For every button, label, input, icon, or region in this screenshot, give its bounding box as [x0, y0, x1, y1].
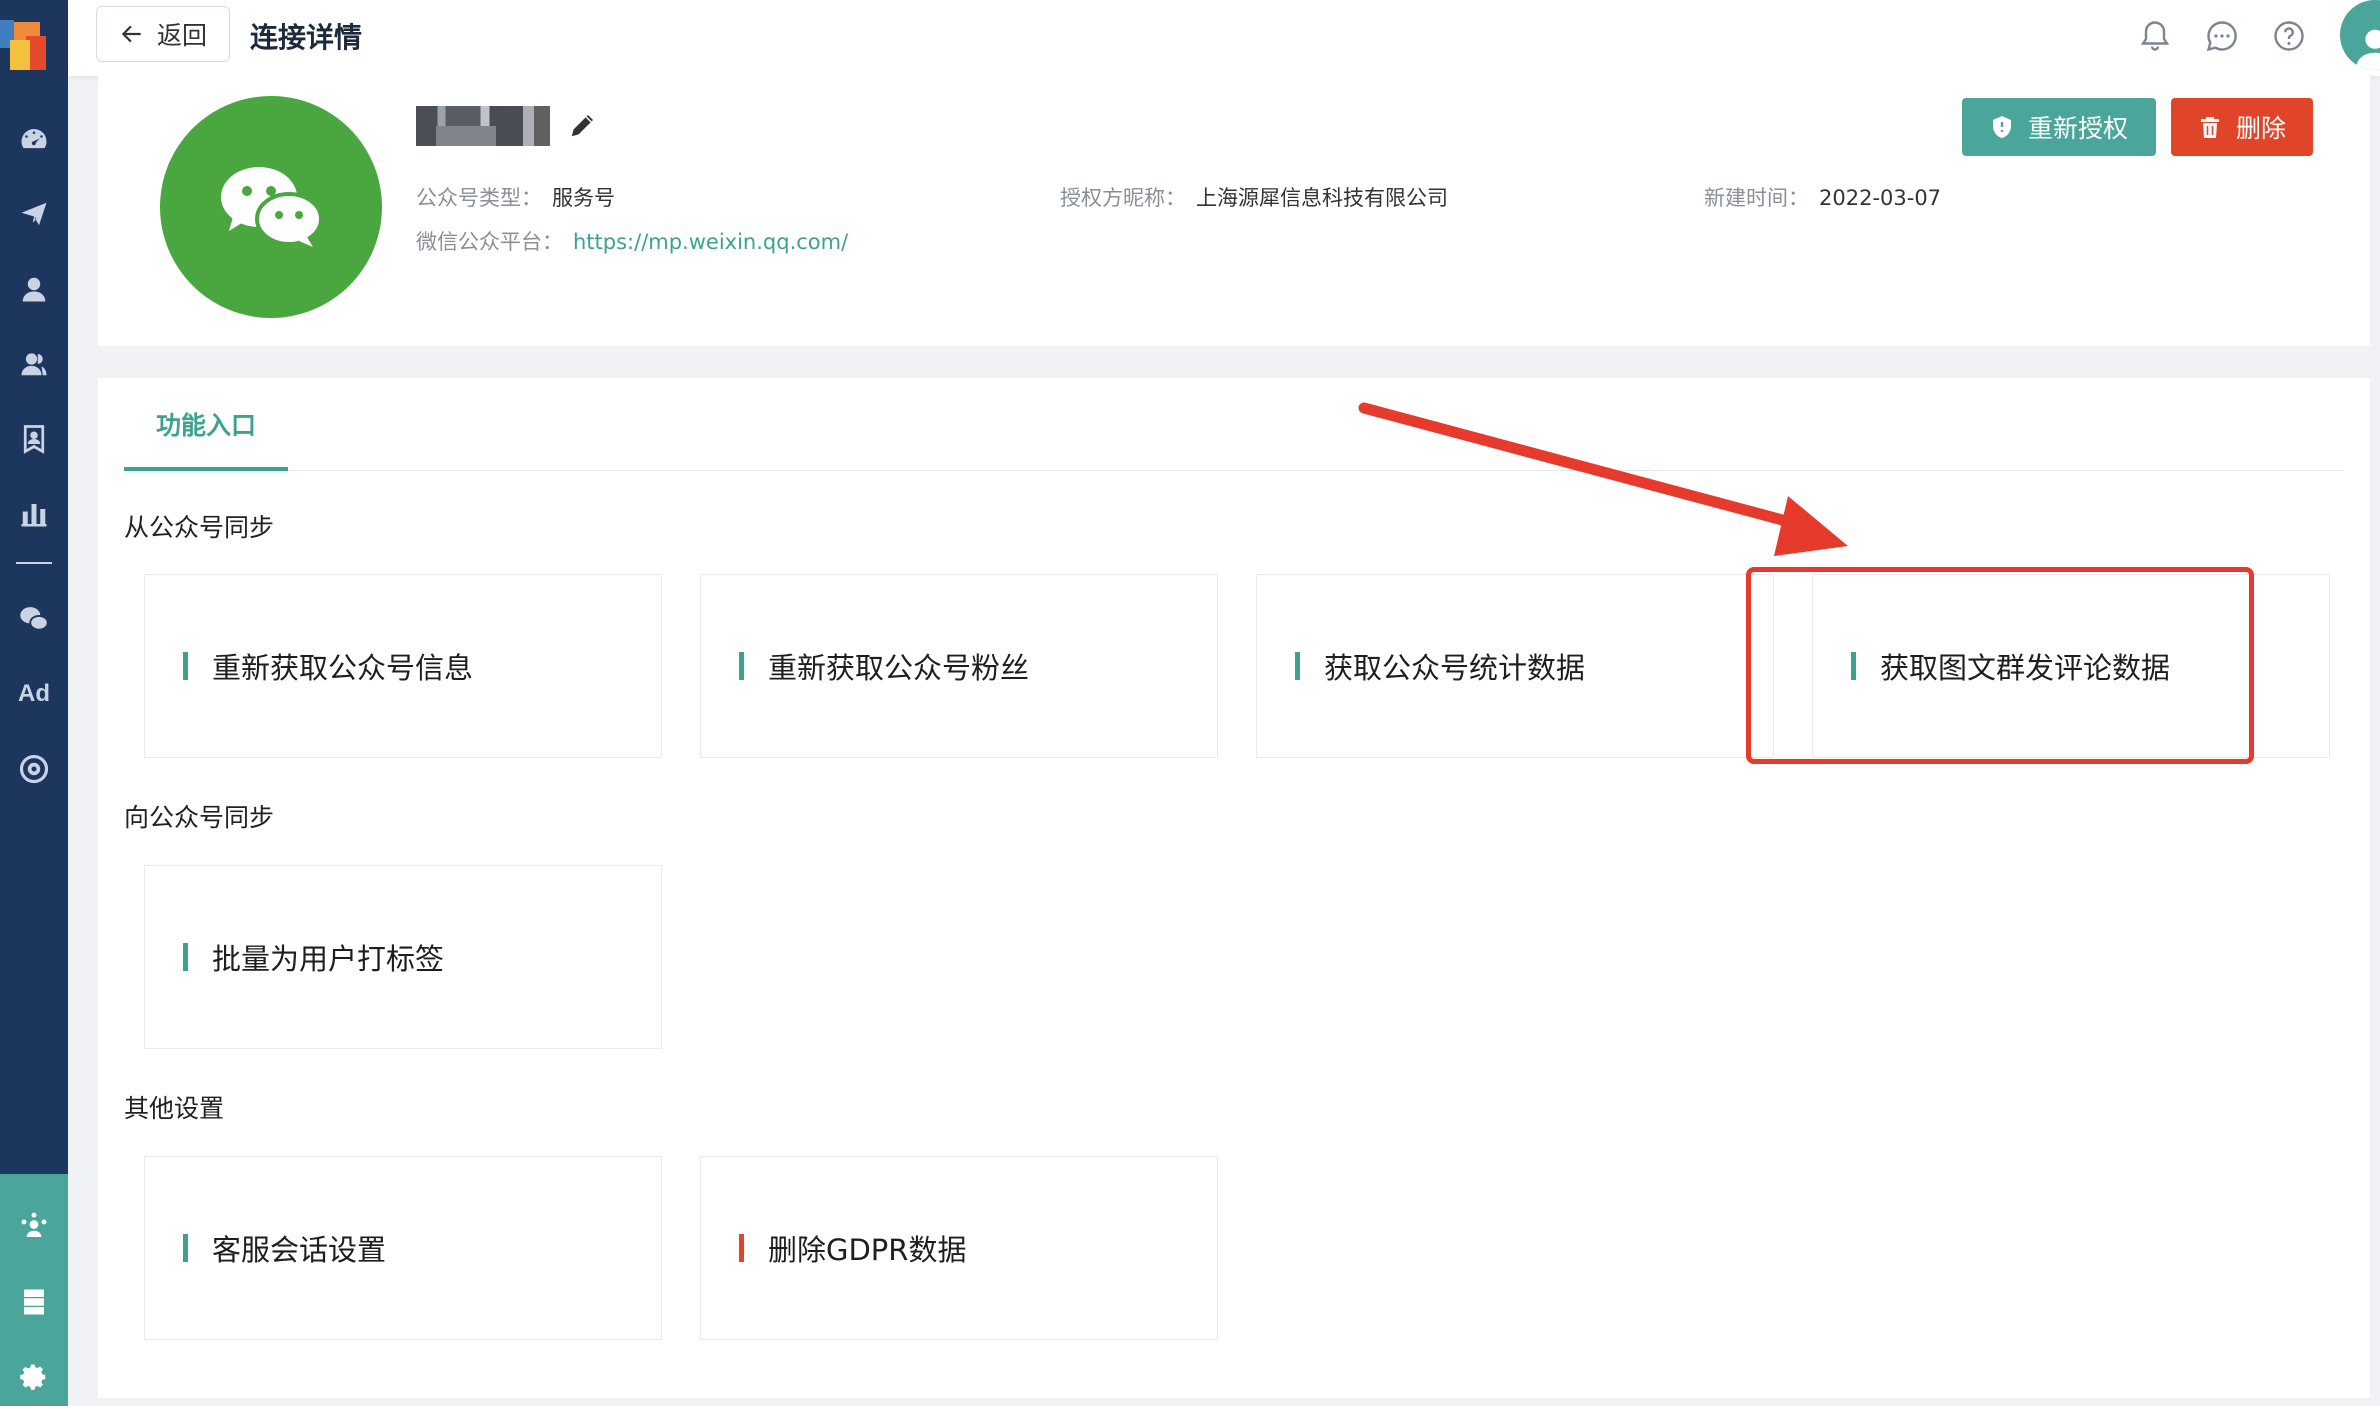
- contact-card-icon[interactable]: [0, 414, 68, 464]
- pencil-icon[interactable]: [568, 110, 598, 140]
- card-accent-bar-danger: [739, 1234, 744, 1262]
- account-header-card: 公众号类型： 服务号 微信公众平台： https://mp.weixin.qq.co…: [98, 76, 2370, 346]
- func-card-fetch-stats[interactable]: 获取公众号统计数据: [1256, 574, 1774, 758]
- func-card-batch-tag[interactable]: 批量为用户打标签: [144, 865, 662, 1049]
- authorizer-value: 上海源犀信息科技有限公司: [1196, 186, 1448, 210]
- sidebar: Ad: [0, 0, 68, 1406]
- bar-chart-icon[interactable]: [0, 489, 68, 539]
- bell-icon[interactable]: [2137, 18, 2173, 54]
- card-accent-bar: [1295, 652, 1300, 680]
- func-card-refetch-fans[interactable]: 重新获取公众号粉丝: [700, 574, 1218, 758]
- users-icon[interactable]: [0, 339, 68, 389]
- ad-label: Ad: [18, 680, 50, 707]
- app-logo[interactable]: [0, 0, 68, 76]
- hub-icon[interactable]: [0, 1202, 68, 1252]
- page-title: 连接详情: [250, 21, 363, 54]
- reauthorize-button[interactable]: 重新授权: [1962, 98, 2156, 156]
- sidebar-divider: [16, 562, 52, 564]
- section-title-sync-from: 从公众号同步: [124, 513, 275, 542]
- func-card-customer-service[interactable]: 客服会话设置: [144, 1156, 662, 1340]
- function-entry-card: 功能入口 从公众号同步 重新获取公众号信息 重新获取公众号粉丝 获取公众号统计数…: [98, 378, 2370, 1398]
- platform-label: 微信公众平台：: [416, 230, 563, 254]
- func-card-label: 获取公众号统计数据: [1324, 651, 1586, 685]
- created-value: 2022-03-07: [1819, 186, 1942, 210]
- annotation-highlight-box: [1746, 567, 2254, 764]
- func-card-refetch-info[interactable]: 重新获取公众号信息: [144, 574, 662, 758]
- tab-bar: 功能入口: [124, 378, 2344, 471]
- send-icon[interactable]: [0, 189, 68, 239]
- platform-row: 微信公众平台： https://mp.weixin.qq.com/: [416, 226, 848, 256]
- dashboard-icon[interactable]: [0, 114, 68, 164]
- func-card-label: 批量为用户打标签: [212, 942, 445, 976]
- ad-icon[interactable]: Ad: [0, 669, 68, 719]
- authorizer-row: 授权方昵称： 上海源犀信息科技有限公司: [1060, 182, 1448, 212]
- wechat-logo-icon: [160, 96, 382, 318]
- trash-icon: [2200, 117, 2219, 138]
- back-button[interactable]: 返回: [96, 6, 230, 62]
- delete-label: 删除: [2235, 114, 2286, 143]
- func-card-delete-gdpr[interactable]: 删除GDPR数据: [700, 1156, 1218, 1340]
- user-icon[interactable]: [0, 264, 68, 314]
- authorizer-label: 授权方昵称：: [1060, 186, 1186, 210]
- platform-link[interactable]: https://mp.weixin.qq.com/: [573, 230, 848, 254]
- gear-icon[interactable]: [0, 1352, 68, 1402]
- reauthorize-label: 重新授权: [2027, 114, 2128, 143]
- func-card-label: 删除GDPR数据: [768, 1233, 967, 1267]
- account-name-redacted: [416, 106, 550, 146]
- server-icon[interactable]: [0, 1277, 68, 1327]
- wechat-icon[interactable]: [0, 594, 68, 644]
- section-title-other: 其他设置: [124, 1094, 225, 1123]
- account-type-value: 服务号: [552, 186, 615, 210]
- func-card-label: 重新获取公众号粉丝: [768, 651, 1030, 685]
- disc-icon[interactable]: [0, 744, 68, 794]
- func-card-label: 重新获取公众号信息: [212, 651, 474, 685]
- sidebar-bottom: [0, 1174, 68, 1406]
- user-avatar[interactable]: [2340, 0, 2380, 70]
- account-type-label: 公众号类型：: [416, 186, 542, 210]
- card-accent-bar: [183, 652, 188, 680]
- section-title-sync-to: 向公众号同步: [124, 803, 275, 832]
- card-accent-bar: [739, 652, 744, 680]
- created-label: 新建时间：: [1704, 186, 1809, 210]
- chat-icon[interactable]: [2204, 18, 2240, 54]
- tab-function-entry[interactable]: 功能入口: [124, 378, 288, 471]
- avatar-person-icon: [2355, 29, 2380, 70]
- top-bar: 返回 连接详情: [68, 0, 2380, 76]
- account-type: 公众号类型： 服务号: [416, 182, 615, 212]
- created-row: 新建时间： 2022-03-07: [1704, 182, 1941, 212]
- back-label: 返回: [156, 21, 207, 50]
- delete-button[interactable]: 删除: [2171, 98, 2313, 156]
- arrow-left-icon: [121, 25, 141, 43]
- help-icon[interactable]: [2271, 18, 2307, 54]
- redacted-name-blur: [416, 106, 550, 146]
- func-card-label: 客服会话设置: [212, 1233, 387, 1267]
- card-accent-bar: [183, 1234, 188, 1262]
- shield-icon: [1992, 116, 2011, 138]
- card-accent-bar: [183, 943, 188, 971]
